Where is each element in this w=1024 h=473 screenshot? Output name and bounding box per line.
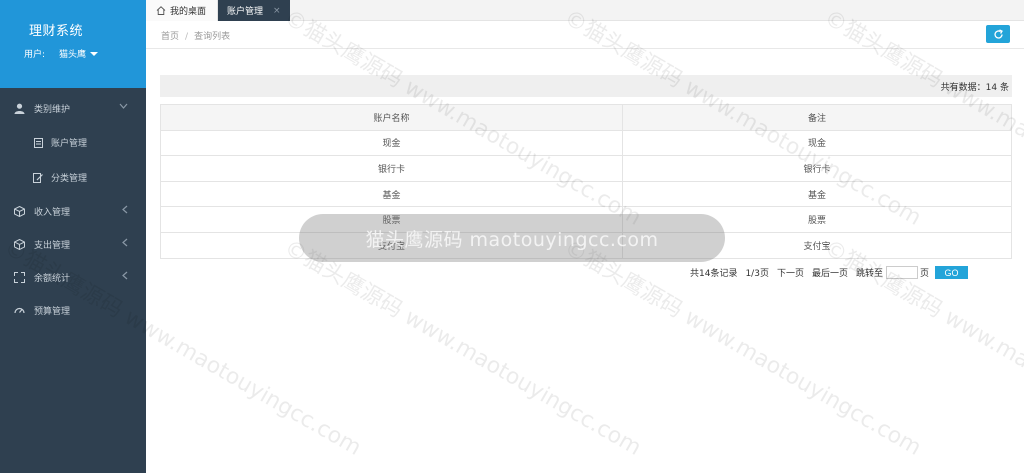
cell-remark: 银行卡 <box>622 155 1012 182</box>
breadcrumb-separator: / <box>185 32 189 42</box>
nav-category-maintenance[interactable]: 类别维护 <box>0 92 146 125</box>
pager-page-indicator: 1/3页 <box>745 269 769 279</box>
cell-remark: 支付宝 <box>622 231 1012 259</box>
cell-account-name: 银行卡 <box>160 155 623 182</box>
sidebar-nav: 类别维护 账户管理 分类管理 收入管理 支出管理 余额统计 预算管理 <box>0 92 146 327</box>
table-row[interactable]: 银行卡 银行卡 <box>160 155 1012 182</box>
cell-account-name: 支付宝 <box>160 231 623 259</box>
record-count-bar: 共有数据：14 条 <box>160 75 1012 97</box>
jump-page-input[interactable] <box>886 266 918 279</box>
table-row[interactable]: 基金 基金 <box>160 180 1012 208</box>
pager-page-unit: 页 <box>920 269 930 279</box>
chevron-left-icon <box>122 205 128 217</box>
caret-down-icon[interactable] <box>90 51 99 56</box>
cell-account-name: 现金 <box>160 129 623 157</box>
watermark-text: ©猫头鹰源码 www.maotouyingcc.com <box>819 235 1024 461</box>
nav-label: 类别维护 <box>34 105 71 115</box>
chevron-left-icon <box>122 238 128 250</box>
nav-account-management[interactable]: 账户管理 <box>0 125 146 160</box>
tab-label: 账户管理 <box>227 7 264 17</box>
cell-remark: 股票 <box>622 206 1012 233</box>
nav-expense-management[interactable]: 支出管理 <box>0 228 146 261</box>
sidebar-header: 理财系统 用户: 猫头鹰 <box>0 0 146 88</box>
pagination: 共14条记录 1/3页 下一页 最后一页 跳转至 页 GO <box>690 266 969 279</box>
record-count: 共有数据：14 条 <box>940 82 1009 93</box>
pager-total: 共14条记录 <box>690 269 738 279</box>
user-label: 用户: <box>24 50 46 60</box>
home-icon <box>156 6 166 15</box>
user-menu[interactable]: 用户: 猫头鹰 <box>24 47 99 60</box>
go-button[interactable]: GO <box>935 266 969 279</box>
nav-income-management[interactable]: 收入管理 <box>0 195 146 228</box>
chevron-down-icon <box>119 102 128 112</box>
pager-next-link[interactable]: 下一页 <box>777 266 804 279</box>
column-header-account-name: 账户名称 <box>160 104 623 131</box>
nav-label: 余额统计 <box>34 274 71 284</box>
table-row[interactable]: 股票 股票 <box>160 206 1012 233</box>
document-icon <box>33 137 43 148</box>
nav-label: 账户管理 <box>51 139 88 149</box>
tab-home[interactable]: 我的桌面 <box>146 0 218 21</box>
close-icon[interactable]: × <box>273 6 281 16</box>
breadcrumb: 首页 / 查询列表 <box>161 29 230 42</box>
column-header-remark: 备注 <box>622 104 1012 131</box>
refresh-icon <box>993 28 1003 39</box>
tab-account-management[interactable]: 账户管理 × <box>218 0 290 21</box>
cube-icon <box>13 206 25 218</box>
account-table: 账户名称 备注 现金 现金 银行卡 银行卡 基金 基金 股票 股票 支付宝 支付… <box>160 104 1012 259</box>
nav-label: 收入管理 <box>34 208 71 218</box>
expand-icon <box>13 272 25 284</box>
edit-doc-icon <box>33 172 43 183</box>
cell-remark: 基金 <box>622 180 1012 208</box>
watermark-text: ©猫头鹰源码 www.maotouyingcc.com <box>279 235 646 461</box>
header-divider <box>146 48 1024 49</box>
cube-icon <box>13 239 25 251</box>
sidebar: 理财系统 用户: 猫头鹰 类别维护 账户管理 分类管理 收入管理 支出管理 余额… <box>0 0 146 473</box>
breadcrumb-home[interactable]: 首页 <box>161 32 179 42</box>
nav-label: 支出管理 <box>34 241 71 251</box>
table-row[interactable]: 现金 现金 <box>160 129 1012 157</box>
app-title: 理财系统 <box>29 24 84 39</box>
chevron-left-icon <box>122 271 128 283</box>
refresh-button[interactable] <box>986 25 1010 43</box>
cell-account-name: 股票 <box>160 206 623 233</box>
pager-last-link[interactable]: 最后一页 <box>812 266 848 279</box>
breadcrumb-current: 查询列表 <box>194 32 231 42</box>
nav-label: 预算管理 <box>34 307 71 317</box>
nav-budget-management[interactable]: 预算管理 <box>0 294 146 327</box>
pager-jump-label: 跳转至 <box>855 269 883 279</box>
gauge-icon <box>13 305 25 317</box>
nav-balance-statistics[interactable]: 余额统计 <box>0 261 146 294</box>
watermark-text: ©猫头鹰源码 www.maotouyingcc.com <box>559 235 926 461</box>
nav-label: 分类管理 <box>51 174 88 184</box>
tab-label: 我的桌面 <box>170 7 207 17</box>
user-icon <box>13 103 25 115</box>
tab-bar: 我的桌面 账户管理 × <box>146 0 1024 21</box>
user-name[interactable]: 猫头鹰 <box>59 47 86 60</box>
table-row[interactable]: 支付宝 支付宝 <box>160 231 1012 259</box>
cell-remark: 现金 <box>622 129 1012 157</box>
table-header-row: 账户名称 备注 <box>160 104 1012 131</box>
nav-classification-management[interactable]: 分类管理 <box>0 160 146 195</box>
cell-account-name: 基金 <box>160 180 623 208</box>
